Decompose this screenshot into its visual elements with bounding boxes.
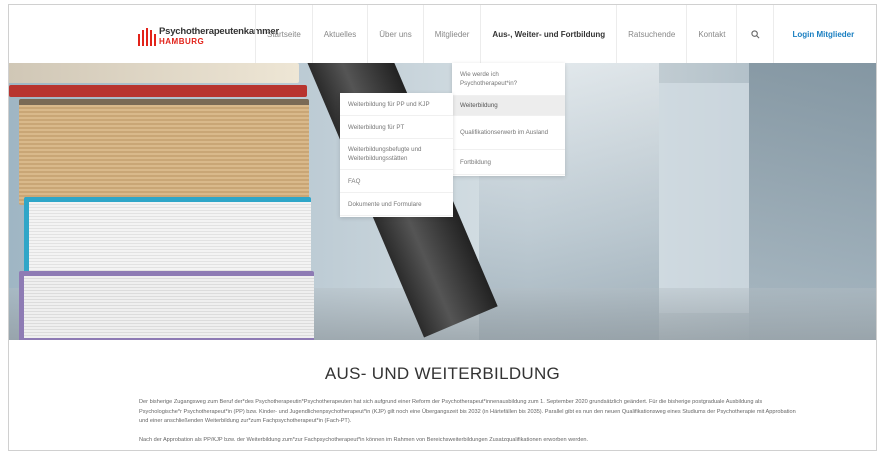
logo-mark-icon [137, 28, 156, 46]
browser-page: Psychotherapeutenkammer HAMBURG Startsei… [8, 4, 877, 451]
menu-item-fortbildung[interactable]: Fortbildung [452, 150, 565, 175]
nav-aus-weiter-fortbildung[interactable]: Aus-, Weiter- und Fortbildung [480, 5, 617, 63]
main-navigation: Startseite Aktuelles Über uns Mitglieder… [255, 5, 876, 63]
nav-aktuelles[interactable]: Aktuelles [311, 5, 367, 63]
menu-item-weiterbildung[interactable]: Weiterbildung [452, 96, 565, 116]
submenu-item-befugte-staetten[interactable]: Weiterbildungsbefugte und Weiterbildungs… [340, 139, 453, 170]
submenu-item-dokumente[interactable]: Dokumente und Formulare [340, 193, 453, 216]
main-content: AUS- UND WEITERBILDUNG Der bisherige Zug… [9, 340, 876, 450]
search-button[interactable] [736, 5, 773, 63]
menu-item-psychotherapeut-werden[interactable]: Wie werde ich Psychotherapeut*in? [452, 63, 565, 96]
nav-mitglieder[interactable]: Mitglieder [422, 5, 481, 63]
nav-kontakt[interactable]: Kontakt [686, 5, 736, 63]
second-paragraph: Nach der Approbation als PP/KJP bzw. der… [139, 437, 589, 443]
book-image [9, 85, 307, 97]
search-icon [748, 29, 762, 39]
dropdown-menu-ausbildung: Wie werde ich Psychotherapeut*in? Weiter… [452, 63, 565, 176]
nav-ueber-uns[interactable]: Über uns [367, 5, 422, 63]
intro-paragraph: Der bisherige Zugangsweg zum Beruf der*d… [139, 399, 796, 424]
submenu-weiterbildung: Weiterbildung für PP und KJP Weiterbildu… [340, 93, 453, 217]
submenu-item-faq[interactable]: FAQ [340, 170, 453, 193]
page-title: AUS- UND WEITERBILDUNG [324, 364, 561, 383]
submenu-item-pp-kjp[interactable]: Weiterbildung für PP und KJP [340, 93, 453, 116]
menu-item-qualifikationserwerb-ausland[interactable]: Qualifikationserwerb im Ausland [452, 116, 565, 150]
nav-ratsuchende[interactable]: Ratsuchende [616, 5, 686, 63]
book-image [24, 197, 311, 279]
submenu-item-pt[interactable]: Weiterbildung für PT [340, 116, 453, 139]
login-link[interactable]: Login Mitglieder [773, 5, 876, 63]
book-image [19, 99, 309, 205]
book-image [9, 63, 299, 83]
book-image [19, 271, 314, 340]
site-header: Psychotherapeutenkammer HAMBURG Startsei… [9, 5, 876, 63]
nav-startseite[interactable]: Startseite [255, 5, 312, 63]
